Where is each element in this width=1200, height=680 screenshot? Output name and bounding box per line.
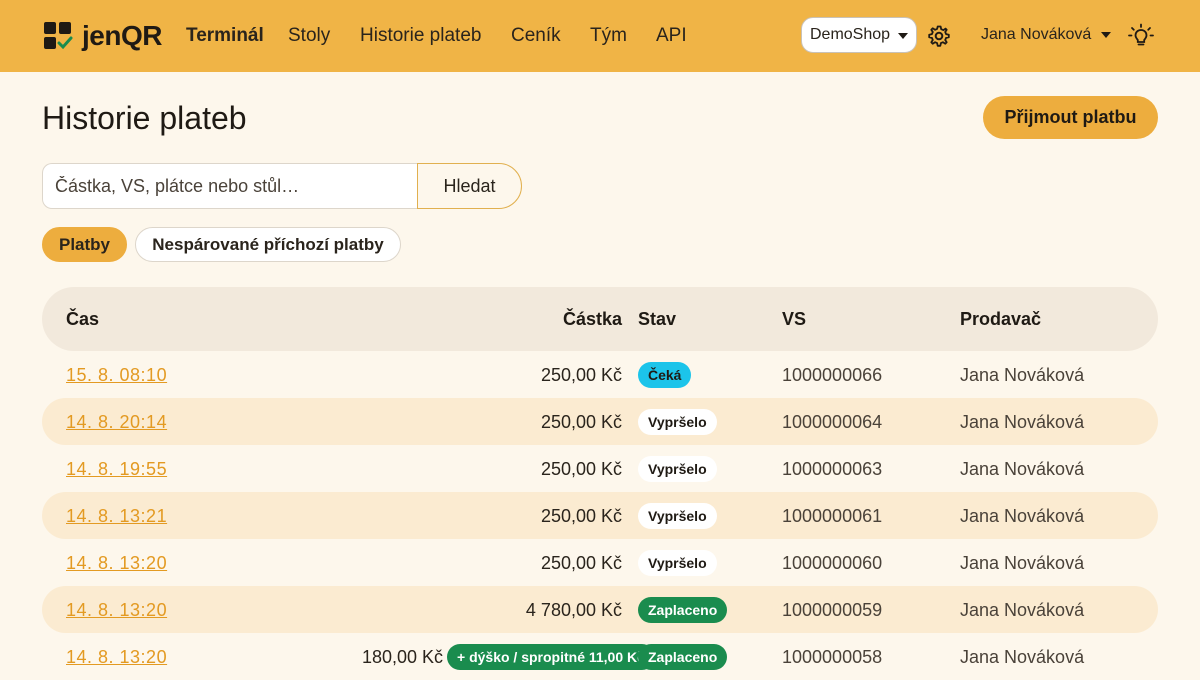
lightbulb-icon[interactable] xyxy=(1128,23,1154,49)
search-button[interactable]: Hledat xyxy=(417,163,522,209)
payment-amount: 4 780,00 Kč xyxy=(525,600,622,620)
tab-payments[interactable]: Platby xyxy=(42,227,127,262)
payment-vs: 1000000066 xyxy=(782,365,883,385)
brand-link[interactable]: jenQR xyxy=(44,22,162,50)
logo-icon xyxy=(44,22,73,50)
accept-payment-button[interactable]: Přijmout platbu xyxy=(983,96,1158,139)
payment-time-link[interactable]: 15. 8. 08:10 xyxy=(66,365,167,385)
status-badge: Vypršelo xyxy=(638,503,717,529)
payment-seller: Jana Nováková xyxy=(960,647,1085,667)
payment-time-link[interactable]: 14. 8. 13:20 xyxy=(66,647,167,667)
table-row: 14. 8. 20:14 250,00 Kč Vypršelo 10000000… xyxy=(42,398,1158,445)
status-badge: Vypršelo xyxy=(638,409,717,435)
payment-amount: 180,00 Kč xyxy=(361,647,443,667)
payment-amount: 250,00 Kč xyxy=(540,459,622,479)
page-title: Historie plateb xyxy=(42,100,247,136)
tab-unmatched-incoming[interactable]: Nespárované příchozí platby xyxy=(135,227,401,262)
search-input[interactable] xyxy=(42,163,418,209)
nav-pricing[interactable]: Ceník xyxy=(511,25,561,47)
column-header-time[interactable]: Čas xyxy=(66,308,99,330)
brand-name: jenQR xyxy=(82,20,162,51)
chevron-down-icon xyxy=(1101,32,1111,38)
table-header: Čas Částka Stav VS Prodavač xyxy=(42,287,1158,351)
table-row: 14. 8. 13:20 4 780,00 Kč Zaplaceno 10000… xyxy=(42,586,1158,633)
payment-time-link[interactable]: 14. 8. 13:21 xyxy=(66,506,167,526)
status-badge: Vypršelo xyxy=(638,456,717,482)
table-row: 14. 8. 13:21 250,00 Kč Vypršelo 10000000… xyxy=(42,492,1158,539)
shop-select[interactable]: DemoShop xyxy=(801,17,917,53)
payment-amount: 250,00 Kč xyxy=(540,506,622,526)
gear-icon[interactable] xyxy=(927,24,951,48)
payment-vs: 1000000064 xyxy=(782,412,883,432)
column-header-vs[interactable]: VS xyxy=(782,308,806,330)
table-row: 15. 8. 08:10 250,00 Kč Čeká 1000000066 J… xyxy=(42,351,1158,398)
top-navbar: jenQR Terminál Stoly Historie plateb Cen… xyxy=(0,0,1200,72)
nav-team[interactable]: Tým xyxy=(590,25,627,47)
table-row: 14. 8. 19:55 250,00 Kč Vypršelo 10000000… xyxy=(42,445,1158,492)
status-badge: Zaplaceno xyxy=(638,597,728,623)
payment-time-link[interactable]: 14. 8. 13:20 xyxy=(66,553,167,573)
payment-seller: Jana Nováková xyxy=(960,553,1085,573)
tip-badge: + dýško / spropitné 11,00 Kč xyxy=(447,644,655,670)
nav-api[interactable]: API xyxy=(656,25,687,47)
user-name: Jana Nováková xyxy=(981,26,1092,43)
payment-time-link[interactable]: 14. 8. 20:14 xyxy=(66,412,167,432)
payment-amount: 250,00 Kč xyxy=(540,553,622,573)
payment-seller: Jana Nováková xyxy=(960,459,1085,479)
payment-amount: 250,00 Kč xyxy=(540,365,622,385)
nav-terminal[interactable]: Terminál xyxy=(186,25,264,47)
payment-seller: Jana Nováková xyxy=(960,506,1085,526)
status-badge: Vypršelo xyxy=(638,550,717,576)
table-row: 14. 8. 13:20 250,00 Kč Vypršelo 10000000… xyxy=(42,539,1158,586)
shop-select-value: DemoShop xyxy=(810,26,891,43)
nav-tables[interactable]: Stoly xyxy=(288,25,330,47)
payment-vs: 1000000058 xyxy=(782,647,883,667)
payment-vs: 1000000061 xyxy=(782,506,883,526)
chevron-down-icon xyxy=(898,33,908,39)
payment-seller: Jana Nováková xyxy=(960,365,1085,385)
payment-vs: 1000000059 xyxy=(782,600,883,620)
payment-seller: Jana Nováková xyxy=(960,412,1085,432)
payment-seller: Jana Nováková xyxy=(960,600,1085,620)
status-badge: Zaplaceno xyxy=(638,644,728,670)
nav-payment-history[interactable]: Historie plateb xyxy=(360,25,481,47)
payment-amount: 250,00 Kč xyxy=(540,412,622,432)
payment-vs: 1000000063 xyxy=(782,459,883,479)
payment-time-link[interactable]: 14. 8. 19:55 xyxy=(66,459,167,479)
payment-vs: 1000000060 xyxy=(782,553,883,573)
column-header-amount[interactable]: Částka xyxy=(563,308,622,330)
column-header-status[interactable]: Stav xyxy=(638,308,676,330)
status-badge: Čeká xyxy=(638,362,692,388)
payment-time-link[interactable]: 14. 8. 13:20 xyxy=(66,600,167,620)
column-header-seller[interactable]: Prodavač xyxy=(960,308,1041,330)
user-menu[interactable]: Jana Nováková xyxy=(981,25,1111,45)
